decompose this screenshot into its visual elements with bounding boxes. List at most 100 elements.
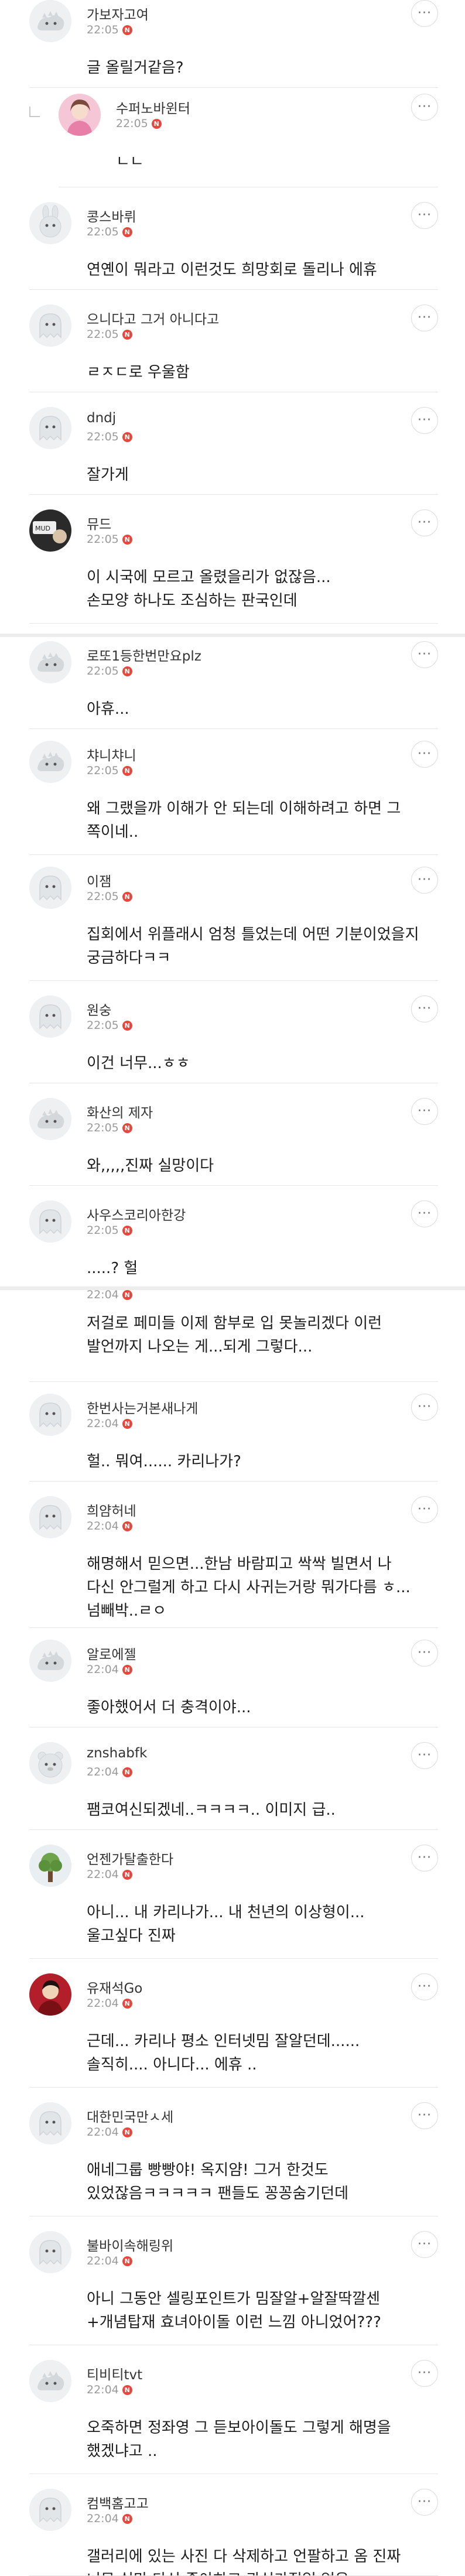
ghost-avatar[interactable] [29,2489,71,2531]
comment-item: 원숭 ··· 22:05 N 이건 너무...ㅎㅎ [0,995,465,1083]
nickname[interactable]: 로또1등한번만요plz [87,645,201,665]
new-badge-icon: N [122,2385,132,2395]
timestamp: 22:04 [87,1520,119,1532]
nickname[interactable]: 수퍼노바윈터 [116,97,190,117]
more-options-button[interactable]: ··· [411,305,438,331]
more-options-button[interactable]: ··· [411,2360,438,2387]
nickname[interactable]: znshabfk [87,1746,147,1761]
comment-meta: 22:04 N [87,2383,132,2396]
comment-meta: 22:04 N [87,1766,132,1778]
rabbit-avatar[interactable] [29,202,71,244]
new-badge-icon: N [122,534,132,545]
ghost-avatar[interactable] [29,867,71,909]
divider [29,1381,438,1382]
ghost-avatar[interactable] [29,305,71,347]
more-options-button[interactable]: ··· [411,1394,438,1421]
more-options-button[interactable]: ··· [411,995,438,1022]
comment-text: ㄴㄴ [116,153,144,170]
divider [29,1958,438,1959]
more-options-button[interactable]: ··· [411,1742,438,1769]
more-horizontal-icon: ··· [418,747,432,761]
new-badge-icon: N [122,1521,132,1531]
nickname[interactable]: 티비티tvt [87,2363,142,2383]
nickname[interactable]: 언젠가탈출한다 [87,1848,173,1868]
dino-avatar[interactable] [29,641,71,683]
nickname[interactable]: 화산의 제자 [87,1101,153,1121]
nickname[interactable]: 한번사는거본새나게 [87,1397,198,1417]
more-options-button[interactable]: ··· [411,1200,438,1227]
more-horizontal-icon: ··· [418,1104,432,1118]
dino-avatar[interactable] [29,1640,71,1682]
more-options-button[interactable]: ··· [411,94,438,121]
nickname[interactable]: dndj [87,410,116,426]
more-options-button[interactable]: ··· [411,202,438,229]
ghost-avatar[interactable] [29,2231,71,2273]
nickname[interactable]: 컴백홈고고 [87,2492,149,2512]
ghost-avatar[interactable] [29,1496,71,1538]
timestamp: 22:04 [87,2383,119,2396]
nickname[interactable]: 사우스코리아한강 [87,1204,186,1224]
photo-avatar-pink[interactable] [59,94,101,136]
dino-avatar[interactable] [29,1098,71,1140]
more-options-button[interactable]: ··· [411,741,438,768]
photo-avatar-red[interactable] [29,1973,71,2016]
comment-body: 22:04 N 저걸로 페미들 이제 함부로 입 못놀리겠다 이런 발언까지 나오는… [0,1288,465,1382]
timestamp: 22:05 [87,23,119,36]
new-badge-icon: N [122,329,132,340]
more-options-button[interactable]: ··· [411,1845,438,1872]
ghost-avatar[interactable] [29,1200,71,1243]
more-options-button[interactable]: ··· [411,509,438,536]
comment-text: 오죽하면 정좌영 그 듣보아이돌도 그렇게 해명을 했겠냐고 .. [87,2419,391,2460]
nickname[interactable]: 유재석Go [87,1977,142,1997]
nickname[interactable]: 가보자고여 [87,4,149,23]
more-options-button[interactable]: ··· [411,1098,438,1125]
photo-avatar-tree[interactable] [29,1845,71,1887]
timestamp: 22:05 [87,1224,119,1237]
dino-avatar[interactable] [29,0,71,42]
ghost-avatar[interactable] [29,407,71,449]
ghost-avatar[interactable] [29,1394,71,1436]
comment-text: 헐.. 뭐여...... 카리나가? [87,1453,241,1470]
nickname[interactable]: 뮤드 [87,513,111,533]
divider [29,854,438,855]
more-options-button[interactable]: ··· [411,407,438,434]
more-horizontal-icon: ··· [418,208,432,223]
more-options-button[interactable]: ··· [411,2489,438,2516]
ghost-avatar[interactable] [29,995,71,1038]
ghost-avatar[interactable] [29,2102,71,2144]
bear-avatar[interactable] [29,1742,71,1784]
photo-avatar-dark[interactable]: MUD [29,509,71,552]
more-options-button[interactable]: ··· [411,1973,438,2000]
more-horizontal-icon: ··· [418,1502,432,1517]
more-horizontal-icon: ··· [418,2366,432,2380]
nickname[interactable]: 으니다고 그거 아니다고 [87,308,219,328]
comment-text: 아니... 내 카리나가... 내 천년의 이상형이... 울고싶다 진짜 [87,1904,365,1945]
nickname[interactable]: 불바이속해링위 [87,2235,173,2255]
divider [29,1627,438,1628]
more-options-button[interactable]: ··· [411,2231,438,2258]
nickname[interactable]: 챠니챠니 [87,744,136,764]
comment-text: 애네그룹 빵빵야! 옥지얌! 그거 한것도 있었잖음ㅋㅋㅋㅋㅋ 팬들도 꽁꽁숨기… [87,2161,349,2202]
nickname[interactable]: 원숭 [87,999,111,1019]
more-options-button[interactable]: ··· [411,1496,438,1523]
more-options-button[interactable]: ··· [411,867,438,894]
dino-avatar[interactable] [29,741,71,783]
more-options-button[interactable]: ··· [411,2102,438,2129]
comment-body: 언젠가탈출한다 ··· 22:04 N 아니... 내 카리나가... 내 천년의 이상… [0,1845,465,1959]
nickname[interactable]: 희얌허네 [87,1500,136,1520]
comment-item: 화산의 제자 ··· 22:05 N 와,,,,,진짜 실망이다 [0,1098,465,1186]
nickname[interactable]: 콩스바뤼 [87,206,136,225]
more-options-button[interactable]: ··· [411,0,438,27]
nickname[interactable]: 이잼 [87,870,111,890]
new-badge-icon: N [122,2256,132,2266]
comment-text: 아니 그동안 셀링포인트가 밈잘알+알잘딱깔센+개념탑재 효녀아이돌 이런 느낌… [87,2290,381,2331]
new-badge-icon: N [122,2513,132,2524]
divider [29,1185,438,1186]
more-options-button[interactable]: ··· [411,1640,438,1667]
dino-avatar[interactable] [29,2360,71,2402]
more-options-button[interactable]: ··· [411,641,438,668]
nickname[interactable]: 알로에젤 [87,1643,136,1663]
nickname[interactable]: 대한민국만ㅅ세 [87,2106,173,2126]
comment-item: 유재석Go ··· 22:04 N 근데... 카리나 평소 인터넷밈 잘알던데....… [0,1973,465,2088]
comment-body: 로또1등한번만요plz ··· 22:05 N 아휴... [0,641,465,729]
